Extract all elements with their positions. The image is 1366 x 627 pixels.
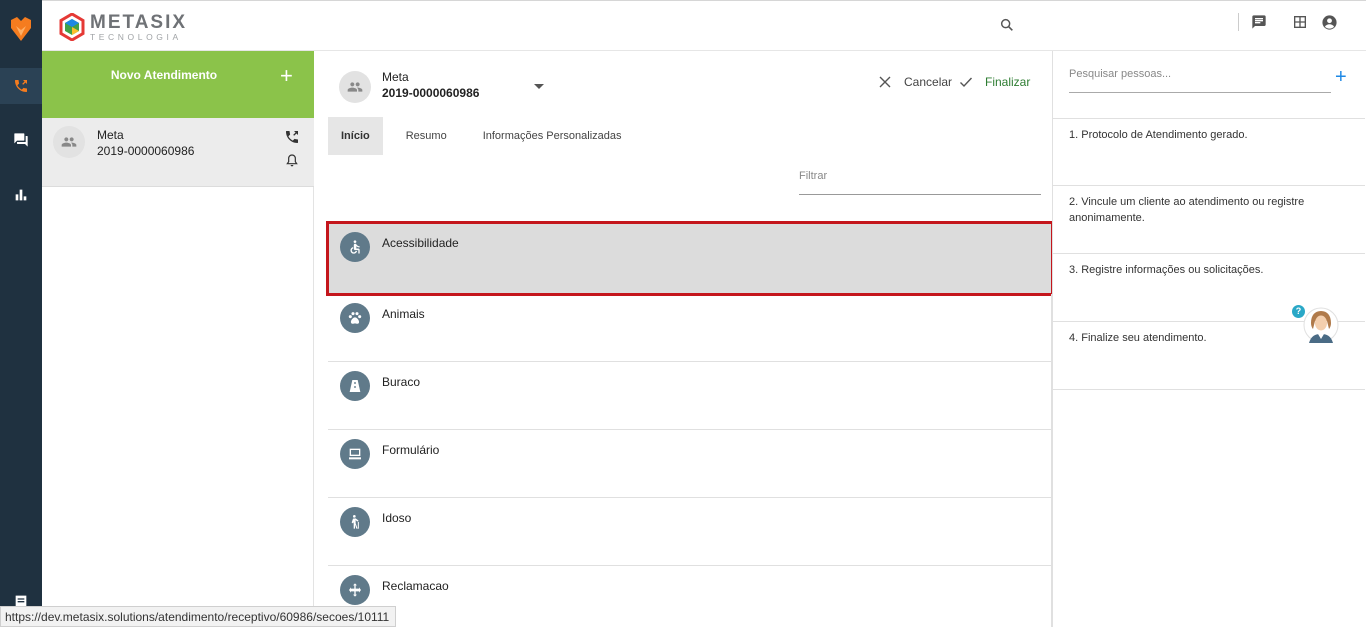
assistant-avatar-icon[interactable] [1303,305,1339,345]
top-divider [1238,13,1239,31]
status-url-bar: https://dev.metasix.solutions/atendiment… [0,606,397,627]
cancel-label: Cancelar [904,75,953,89]
section-buraco[interactable]: Buraco [328,362,1052,430]
fox-logo-icon[interactable] [9,16,33,42]
group-icon [347,82,363,92]
accessibility-icon [340,232,370,262]
rail-item-chat[interactable] [0,122,42,158]
section-animais[interactable]: Animais [328,294,1052,362]
check-icon [960,77,973,88]
tab-inicio[interactable]: Início [328,117,383,155]
top-bar: METASIX TECNOLOGIA [42,0,1366,51]
header-protocol: 2019-0000060986 [382,86,480,100]
header-group-avatar [339,71,371,103]
search-icon[interactable] [998,16,1016,34]
brand-logo[interactable]: METASIX TECNOLOGIA [58,13,187,42]
phone-icon [15,80,27,92]
call-detail-panel: Meta 2019-0000060986 Cancelar Finalizar … [314,51,1054,627]
paw-icon [340,303,370,333]
group-avatar [53,126,85,158]
section-label: Acessibilidade [382,236,459,250]
elderly-icon [340,507,370,537]
bar-chart-icon [15,189,27,201]
new-call-button[interactable]: Novo Atendimento + [42,51,314,118]
tab-resumo[interactable]: Resumo [393,117,460,155]
new-call-label: Novo Atendimento [110,68,218,82]
section-idoso[interactable]: Idoso [328,498,1052,566]
chevron-down-icon[interactable] [534,84,544,89]
people-search-input[interactable]: Pesquisar pessoas... [1069,65,1331,93]
call-card-name: Meta [97,128,124,142]
section-label: Reclamacao [382,579,449,593]
calls-list-panel: Novo Atendimento + Meta 2019-0000060986 [42,51,314,627]
section-label: Idoso [382,511,412,525]
computer-icon [340,439,370,469]
brand-subtitle: TECNOLOGIA [90,32,182,42]
apps-grid-icon[interactable] [1291,13,1309,31]
brand-name: METASIX [90,12,188,33]
rail-item-atendimento[interactable] [0,68,42,104]
road-icon [340,371,370,401]
filter-input[interactable]: Filtrar [799,163,1041,195]
tab-bar: Início Resumo Informações Personalizadas [328,117,645,155]
section-label: Animais [382,307,425,321]
finish-button[interactable]: Finalizar [959,75,1030,89]
section-reclamacao[interactable]: Reclamacao [328,566,1052,627]
rail-item-reports[interactable] [0,177,42,213]
move-icon [340,575,370,605]
cancel-button[interactable]: Cancelar [878,75,952,89]
close-icon [879,76,891,88]
section-formulario[interactable]: Formulário [328,430,1052,498]
left-rail [0,0,42,627]
phone-forward-icon[interactable] [284,129,300,145]
chat-icon [14,133,28,147]
section-label: Buraco [382,375,421,389]
metasix-logo-icon [59,13,85,42]
tab-informacoes-personalizadas[interactable]: Informações Personalizadas [470,117,635,155]
section-acessibilidade[interactable]: Acessibilidade [326,221,1054,296]
step-item: 1. Protocolo de Atendimento gerado. [1053,118,1365,186]
add-person-button[interactable]: + [1335,67,1347,87]
sections-list: Acessibilidade Animais Buraco Formulário… [326,221,1054,627]
group-icon [61,137,77,147]
steps-list: 1. Protocolo de Atendimento gerado. 2. V… [1053,118,1365,390]
header-name: Meta [382,70,409,84]
step-item: 2. Vincule um cliente ao atendimento ou … [1053,186,1365,254]
call-card[interactable]: Meta 2019-0000060986 [42,118,314,187]
finish-label: Finalizar [985,75,1031,89]
new-call-plus-icon[interactable]: + [280,65,293,87]
messages-icon[interactable] [1250,13,1268,31]
bell-icon[interactable] [284,153,300,169]
account-icon[interactable] [1320,13,1338,31]
call-card-protocol: 2019-0000060986 [97,144,195,158]
section-label: Formulário [382,443,440,457]
